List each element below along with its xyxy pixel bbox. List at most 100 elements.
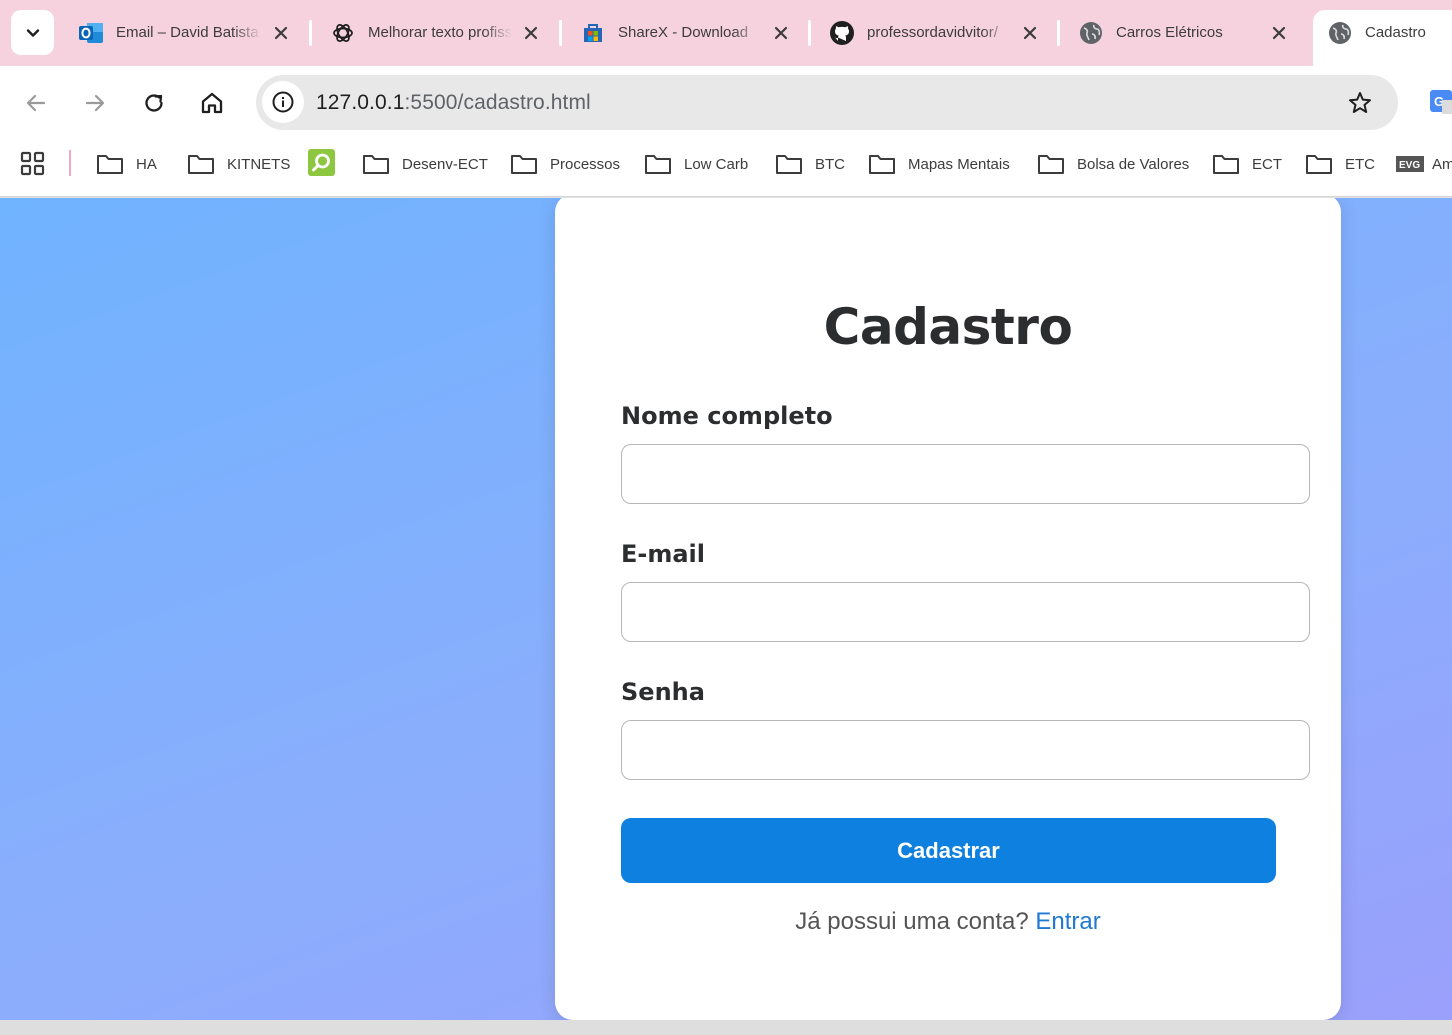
home-icon — [201, 92, 223, 114]
evg-icon: EVG — [1396, 156, 1424, 172]
bookmark-label: Low Carb — [684, 155, 749, 173]
url-text: 127.0.0.1:5500/cadastro.html — [316, 91, 591, 115]
close-icon[interactable] — [520, 22, 542, 44]
bookmark-etc[interactable]: ETC — [1305, 149, 1375, 179]
tab-title: Email – David Batista — [116, 24, 259, 41]
bookmark-kitnets[interactable]: KITNETS — [187, 149, 290, 179]
tab-separator — [1057, 20, 1060, 46]
bookmark-label: BTC — [815, 155, 845, 173]
folder-icon — [644, 152, 672, 176]
home-button[interactable] — [193, 84, 231, 122]
close-icon[interactable] — [270, 22, 292, 44]
folder-icon — [362, 152, 390, 176]
tab-title: Melhorar texto profissional — [368, 24, 512, 41]
tab-separator — [309, 20, 312, 46]
bookmark-bolsa-de-valores[interactable]: Bolsa de Valores — [1037, 149, 1189, 179]
tab-cadastro[interactable]: Cadastro — [1313, 10, 1452, 66]
page-title: Cadastro — [823, 298, 1073, 356]
bookmark-desenv-ect[interactable]: Desenv-ECT — [362, 149, 488, 179]
bookmark-label: ECT — [1252, 155, 1282, 173]
arrow-right-icon — [85, 94, 105, 112]
bookmark-mapas-mentais[interactable]: Mapas Mentais — [868, 149, 1010, 179]
bookmark-am[interactable]: EVG Am — [1396, 149, 1452, 179]
green-search-icon — [308, 148, 335, 180]
close-icon[interactable] — [1019, 22, 1041, 44]
tab-title: Cadastro — [1365, 24, 1426, 41]
github-icon — [829, 20, 855, 46]
bookmark-ha[interactable]: HA — [96, 149, 157, 179]
globe-icon — [1078, 20, 1104, 46]
tab-github[interactable]: professordavidvitor/ — [829, 10, 1041, 55]
url-path: :5500/cadastro.html — [404, 91, 591, 114]
chatgpt-icon — [330, 20, 356, 46]
star-icon — [1349, 92, 1371, 113]
tab-carros-eletricos[interactable]: Carros Elétricos — [1078, 10, 1290, 55]
folder-icon — [1212, 152, 1240, 176]
ms-store-icon — [580, 20, 606, 46]
folder-icon — [510, 152, 538, 176]
tab-title: Carros Elétricos — [1116, 24, 1223, 41]
bookmark-green-search[interactable] — [308, 148, 335, 180]
folder-icon — [1305, 152, 1333, 176]
globe-icon — [1327, 20, 1353, 46]
folder-icon — [868, 152, 896, 176]
cadastrar-button[interactable]: Cadastrar — [621, 818, 1276, 883]
chevron-down-icon — [26, 28, 39, 37]
arrow-left-icon — [26, 94, 46, 112]
svg-text:EVG: EVG — [1399, 160, 1420, 171]
bookmark-star-button[interactable] — [1346, 89, 1374, 117]
page-background: Cadastro Nome completo E-mail Senha Cada… — [0, 198, 1452, 1020]
google-translate-extension-icon[interactable]: G — [1428, 88, 1452, 116]
login-prompt: Já possui uma conta? Entrar — [555, 908, 1341, 936]
tab-strip: Email – David Batista Melhorar texto pro… — [0, 0, 1452, 66]
apps-grid-icon[interactable] — [20, 151, 46, 177]
password-input[interactable] — [621, 720, 1310, 780]
password-label: Senha — [621, 678, 705, 706]
folder-icon — [1037, 152, 1065, 176]
bookmark-label: Mapas Mentais — [908, 155, 1010, 173]
bookmark-processos[interactable]: Processos — [510, 149, 620, 179]
bookmark-ect[interactable]: ECT — [1212, 149, 1282, 179]
back-button[interactable] — [17, 84, 55, 122]
tab-separator — [559, 20, 562, 46]
bookmark-label: Desenv-ECT — [402, 155, 488, 173]
tab-chatgpt[interactable]: Melhorar texto profissional — [330, 10, 542, 55]
login-prompt-text: Já possui uma conta? — [795, 908, 1029, 935]
tab-separator — [808, 20, 811, 46]
tab-title: ShareX - Download — [618, 24, 749, 41]
info-icon — [272, 91, 294, 113]
close-icon[interactable] — [1268, 22, 1290, 44]
folder-icon — [775, 152, 803, 176]
bookmark-label: HA — [136, 155, 157, 173]
forward-button[interactable] — [76, 84, 114, 122]
reload-icon — [145, 94, 163, 112]
bookmark-btc[interactable]: BTC — [775, 149, 845, 179]
tab-sharex[interactable]: ShareX - Download — [580, 10, 792, 55]
tab-title: professordavidvitor/ — [867, 24, 998, 41]
tab-outlook[interactable]: Email – David Batista — [78, 10, 292, 55]
browser-toolbar: 127.0.0.1:5500/cadastro.html — [0, 66, 1452, 140]
outlook-icon — [78, 20, 104, 46]
url-host: 127.0.0.1 — [316, 91, 405, 114]
bookmark-label: ETC — [1345, 155, 1375, 173]
email-input[interactable] — [621, 582, 1310, 642]
folder-icon — [96, 152, 124, 176]
bookmarks-divider — [69, 150, 71, 176]
name-input[interactable] — [621, 444, 1310, 504]
folder-icon — [187, 152, 215, 176]
login-link[interactable]: Entrar — [1035, 908, 1100, 935]
bookmark-label: Am — [1432, 155, 1452, 173]
site-info-button[interactable] — [262, 81, 304, 123]
close-icon[interactable] — [770, 22, 792, 44]
address-bar[interactable]: 127.0.0.1:5500/cadastro.html — [256, 75, 1398, 130]
bookmark-low-carb[interactable]: Low Carb — [644, 149, 748, 179]
signup-card: Cadastro Nome completo E-mail Senha Cada… — [555, 198, 1341, 1020]
reload-button[interactable] — [135, 84, 173, 122]
name-label: Nome completo — [621, 402, 833, 430]
window-bottom-edge — [0, 1020, 1452, 1035]
bookmark-label: Bolsa de Valores — [1077, 155, 1190, 173]
bookmark-label: Processos — [550, 155, 621, 173]
tab-search-button[interactable] — [11, 10, 54, 55]
email-label: E-mail — [621, 540, 706, 568]
bookmark-label: KITNETS — [227, 155, 291, 173]
